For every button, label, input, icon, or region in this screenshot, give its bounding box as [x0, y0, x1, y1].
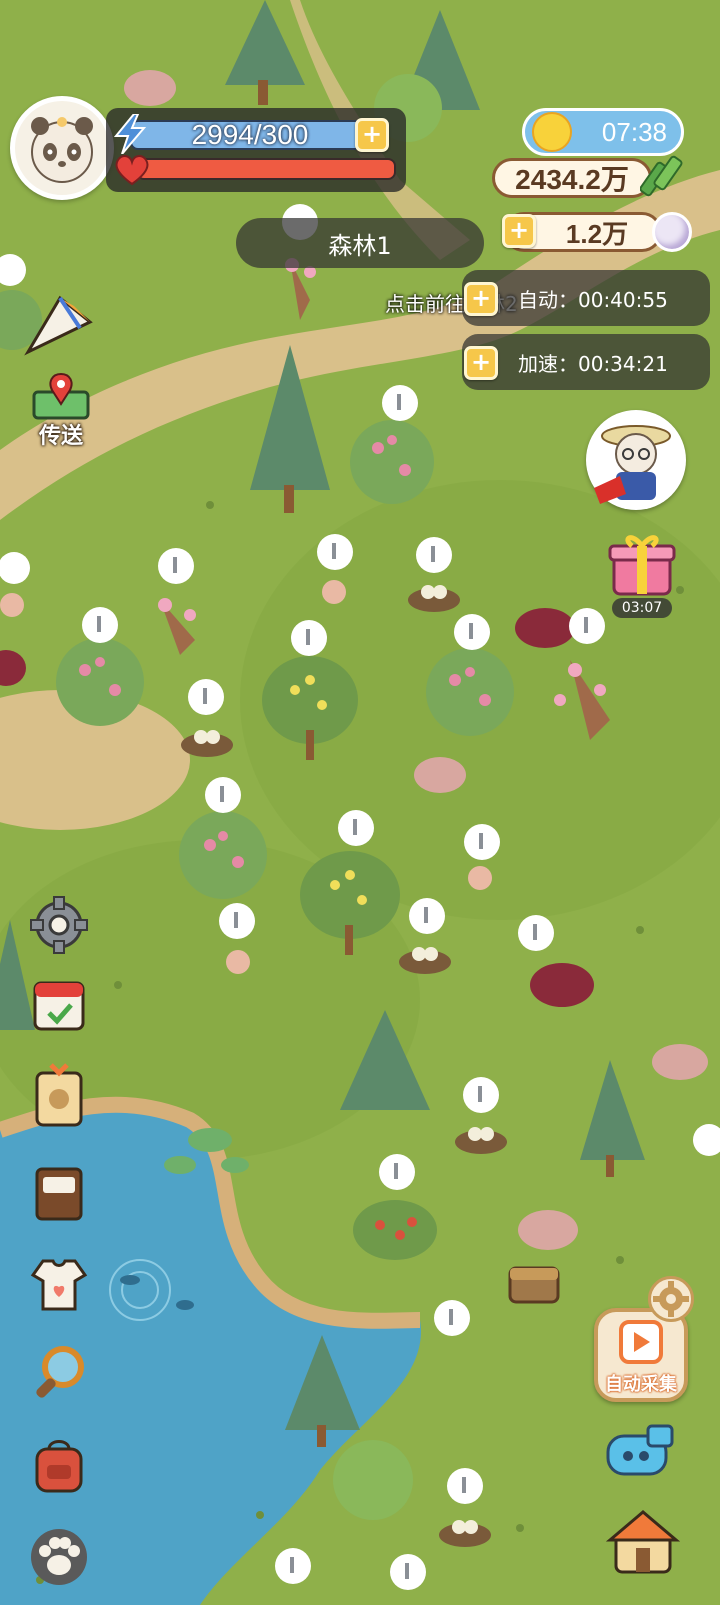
speed-timer-text: 加速：00:34:21: [518, 351, 668, 376]
map-pin-icon: [32, 372, 90, 420]
bag-icon: [35, 1063, 83, 1127]
auto-timer-text: 自动：00:40:55: [518, 287, 668, 312]
book-icon: [35, 1167, 83, 1221]
pearl-value: 1.2万: [565, 218, 629, 249]
search-button[interactable]: [24, 1338, 94, 1408]
backpack-icon: [35, 1440, 83, 1493]
calendar-button[interactable]: [24, 970, 94, 1040]
add-energy-button[interactable]: +: [355, 118, 389, 152]
calendar-icon: [33, 981, 85, 1031]
add-pearl-button[interactable]: +: [502, 214, 536, 248]
auto-collect-label: 自动采集: [605, 1374, 677, 1395]
magnifier-icon: [36, 1346, 84, 1398]
kite-button[interactable]: [20, 292, 96, 360]
zone-name: 森林1: [328, 231, 392, 260]
health-bar: [136, 158, 396, 180]
home-button[interactable]: [605, 1506, 681, 1576]
npc-merchant-button[interactable]: [586, 410, 686, 510]
kite-icon: [24, 295, 93, 356]
lightning-icon: [112, 113, 148, 155]
play-icon: [619, 1320, 663, 1364]
teleport-button[interactable]: 传送: [26, 372, 96, 452]
treasure-chest-icon: [508, 1266, 560, 1304]
auto-timer-pill: 自动：00:40:55: [462, 270, 710, 326]
heart-icon: [114, 152, 150, 186]
pets-button[interactable]: [24, 1522, 94, 1592]
panda-icon: [31, 117, 93, 183]
paw-icon: [31, 1529, 87, 1585]
pearl-icon: [652, 212, 692, 252]
clock-text: 07:38: [601, 116, 667, 147]
flower-bush: [333, 1440, 413, 1520]
bamboo-icon: [639, 152, 686, 200]
player-avatar[interactable]: [10, 96, 114, 200]
sun-icon: [532, 112, 572, 152]
whistle-button[interactable]: [604, 1418, 678, 1482]
recipe-book-button[interactable]: [24, 1158, 94, 1228]
settings-button[interactable]: [24, 890, 94, 960]
merchant-icon: [594, 425, 671, 504]
whistle-icon: [606, 1424, 674, 1476]
auto-collect-settings-button[interactable]: [648, 1276, 694, 1322]
quest-button[interactable]: [24, 1060, 94, 1130]
add-speed-time-button[interactable]: +: [464, 346, 498, 380]
gear-icon: [653, 1281, 689, 1317]
speed-timer-pill: 加速：00:34:21: [462, 334, 710, 390]
gift-icon: [608, 535, 676, 596]
gift-countdown: 03:07: [612, 598, 672, 618]
gold-pill: 2434.2万: [492, 158, 652, 198]
gift-box-button[interactable]: 03:07: [606, 528, 678, 618]
add-auto-time-button[interactable]: +: [464, 282, 498, 316]
teleport-label: 传送: [38, 424, 83, 449]
house-icon: [605, 1510, 681, 1574]
shirt-icon: [30, 1259, 88, 1311]
wardrobe-button[interactable]: [24, 1250, 94, 1320]
energy-value: 2994/300: [191, 119, 309, 150]
backpack-button[interactable]: [24, 1432, 94, 1502]
apple-tree: [353, 1200, 437, 1260]
gear-icon: [30, 896, 88, 954]
gold-value: 2434.2万: [515, 164, 629, 195]
zone-label: 森林1: [236, 218, 484, 268]
